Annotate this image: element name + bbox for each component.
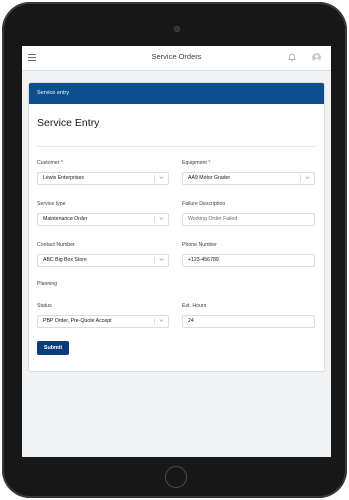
customer-label: Customer * — [37, 160, 63, 166]
customer-select[interactable]: Lewis Enterprises — [37, 172, 169, 185]
phone-number-input[interactable]: +123-456789 — [182, 254, 315, 267]
home-button[interactable] — [165, 466, 187, 488]
avatar-icon[interactable] — [312, 53, 321, 62]
failure-description-input[interactable]: Working Order Failed — [182, 213, 315, 226]
equipment-select[interactable]: AA9 Motor Grader — [182, 172, 315, 185]
phone-number-value: +123-456789 — [188, 257, 219, 263]
failure-description-label: Failure Description — [182, 201, 226, 207]
chevron-down-icon — [159, 176, 164, 179]
status-value: PBP Order, Pre-Quote Accept — [43, 318, 112, 324]
service-type-select[interactable]: Maintenance Order — [37, 213, 169, 226]
service-type-label: Service type — [37, 201, 66, 207]
app-screen: Service Orders Service entry Service Ent… — [22, 46, 331, 457]
chevron-down-icon — [159, 319, 164, 322]
contact-number-label: Contact Number — [37, 242, 75, 248]
chevron-down-icon — [159, 258, 164, 261]
card-header: Service entry — [29, 83, 324, 104]
submit-button[interactable]: Submit — [37, 341, 69, 355]
failure-description-placeholder: Working Order Failed — [188, 216, 238, 222]
divider — [37, 146, 316, 147]
contact-number-select[interactable]: ABC Big Box Store — [37, 254, 169, 267]
contact-number-value: ABC Big Box Store — [43, 257, 87, 263]
equipment-label: Equipment * — [182, 160, 211, 166]
service-entry-card: Service entry Service Entry Customer * L… — [28, 82, 325, 372]
chevron-down-icon — [305, 176, 310, 179]
est-hours-input[interactable]: 24 — [182, 315, 315, 328]
planning-heading: Planning — [37, 281, 58, 287]
camera — [174, 26, 180, 32]
phone-number-label: Phone Number — [182, 242, 217, 248]
chevron-down-icon — [159, 217, 164, 220]
app-title: Service Orders — [151, 52, 202, 61]
equipment-value: AA9 Motor Grader — [188, 175, 231, 181]
service-type-value: Maintenance Order — [43, 216, 88, 222]
status-label: Status — [37, 303, 52, 309]
form-title: Service Entry — [37, 117, 100, 129]
bell-icon[interactable] — [288, 53, 296, 62]
tablet-frame: Service Orders Service entry Service Ent… — [2, 2, 347, 498]
est-hours-label: Est. Hours — [182, 303, 207, 309]
top-bar: Service Orders — [22, 46, 331, 71]
customer-value: Lewis Enterprises — [43, 175, 84, 181]
status-select[interactable]: PBP Order, Pre-Quote Accept — [37, 315, 169, 328]
est-hours-value: 24 — [188, 318, 194, 324]
